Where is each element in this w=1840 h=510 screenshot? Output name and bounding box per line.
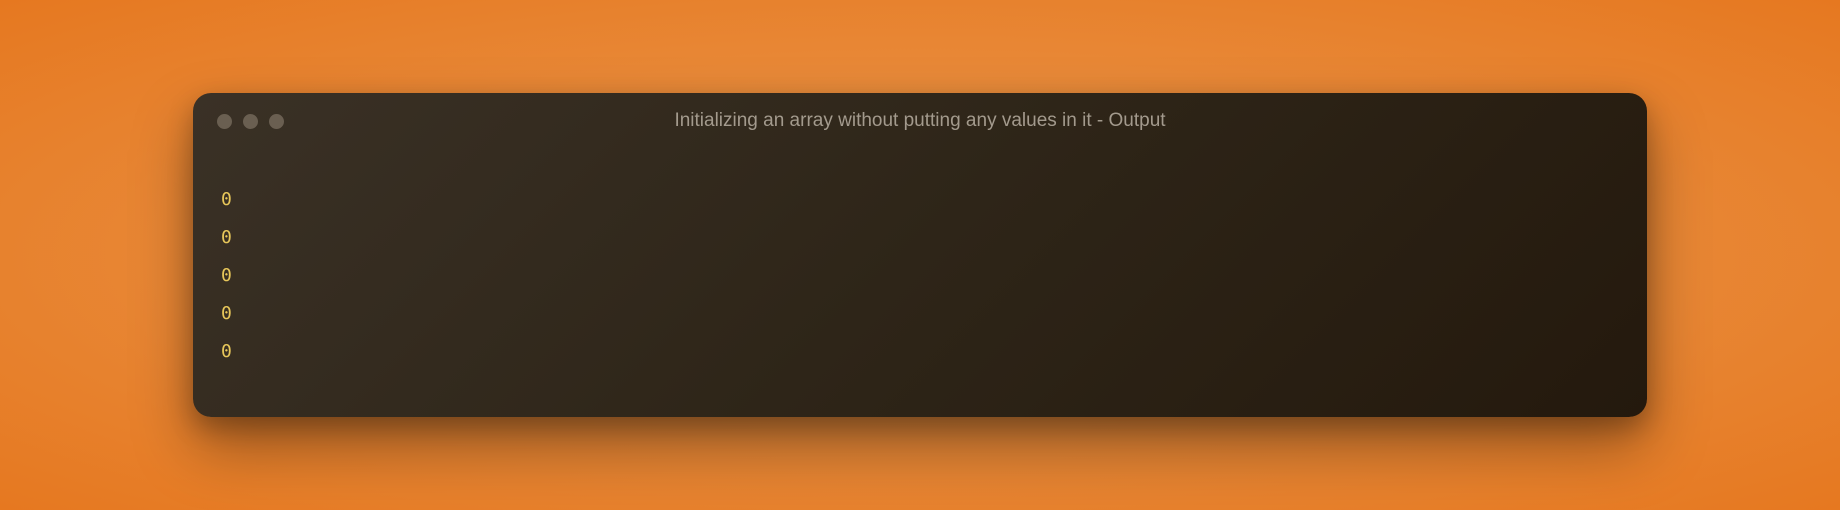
window-title: Initializing an array without putting an… — [193, 110, 1647, 132]
output-line: 0 — [221, 295, 1619, 333]
traffic-lights — [217, 114, 284, 129]
terminal-window: Initializing an array without putting an… — [193, 93, 1647, 417]
titlebar: Initializing an array without putting an… — [193, 93, 1647, 149]
output-line: 0 — [221, 219, 1619, 257]
minimize-icon[interactable] — [243, 114, 258, 129]
output-line: 0 — [221, 333, 1619, 371]
maximize-icon[interactable] — [269, 114, 284, 129]
output-line: 0 — [221, 181, 1619, 219]
output-line: 0 — [221, 257, 1619, 295]
output-area: 0 0 0 0 0 — [193, 149, 1647, 399]
close-icon[interactable] — [217, 114, 232, 129]
